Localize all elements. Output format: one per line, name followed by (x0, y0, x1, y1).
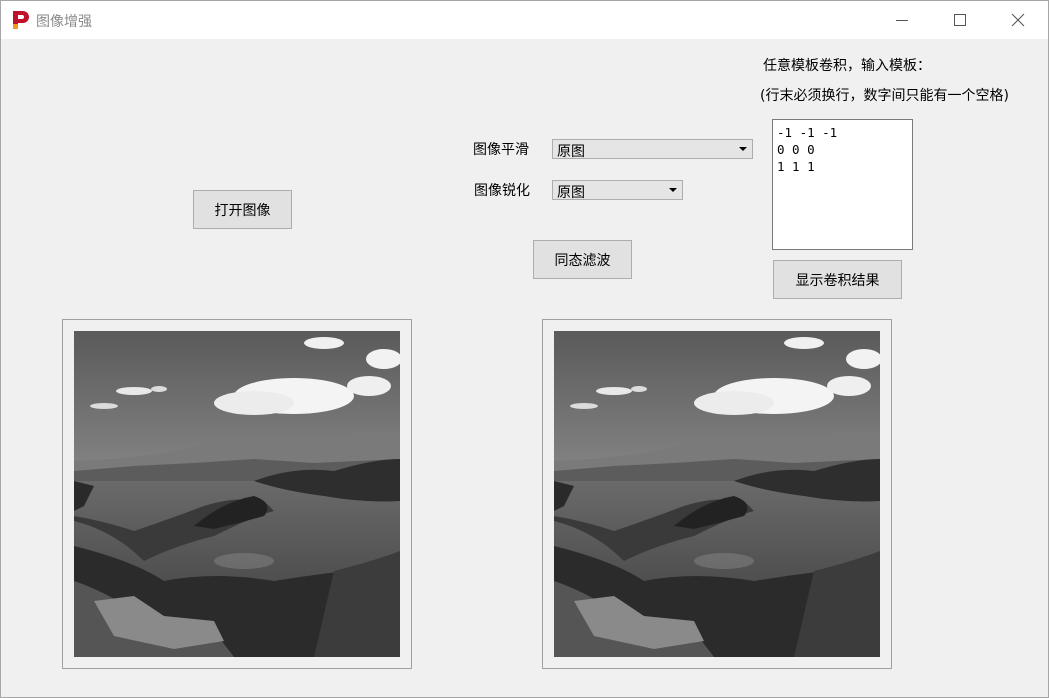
app-window: 图像增强 打开图像 图像平滑 原图 图像锐化 原图 同态滤波 任意模板卷积，输入… (0, 0, 1049, 698)
smooth-label: 图像平滑 (473, 142, 529, 158)
window-title: 图像增强 (36, 14, 92, 30)
smooth-select-value: 原图 (557, 144, 585, 160)
conv-hint: (行末必须换行，数字间只能有一个空格) (760, 88, 1009, 104)
maximize-button[interactable] (931, 1, 989, 39)
sharpen-select[interactable]: 原图 (552, 180, 683, 201)
smooth-select[interactable]: 原图 (552, 139, 753, 160)
original-image-frame (62, 319, 412, 669)
result-image (554, 331, 880, 657)
kernel-line: 0 0 0 (777, 142, 815, 157)
result-image-frame (542, 319, 892, 669)
title-bar: 图像增强 (1, 1, 1048, 39)
app-logo-icon (11, 10, 31, 30)
show-conv-result-button[interactable]: 显示卷积结果 (773, 260, 902, 299)
open-image-button[interactable]: 打开图像 (193, 190, 292, 229)
chevron-down-icon (669, 188, 677, 192)
maximize-icon (954, 14, 966, 26)
kernel-line: -1 -1 -1 (777, 125, 838, 140)
original-image (74, 331, 400, 657)
close-button[interactable] (989, 1, 1047, 39)
minimize-button[interactable] (873, 1, 931, 39)
chevron-down-icon (739, 147, 747, 151)
sharpen-select-value: 原图 (557, 185, 585, 201)
kernel-line: 1 1 1 (777, 159, 815, 174)
conv-title: 任意模板卷积，输入模板： (763, 58, 931, 74)
close-icon (1011, 13, 1025, 27)
kernel-input[interactable]: -1 -1 -1 0 0 0 1 1 1 (772, 119, 913, 250)
minimize-icon (896, 20, 908, 21)
homomorphic-filter-button[interactable]: 同态滤波 (533, 240, 632, 279)
sharpen-label: 图像锐化 (474, 183, 530, 199)
